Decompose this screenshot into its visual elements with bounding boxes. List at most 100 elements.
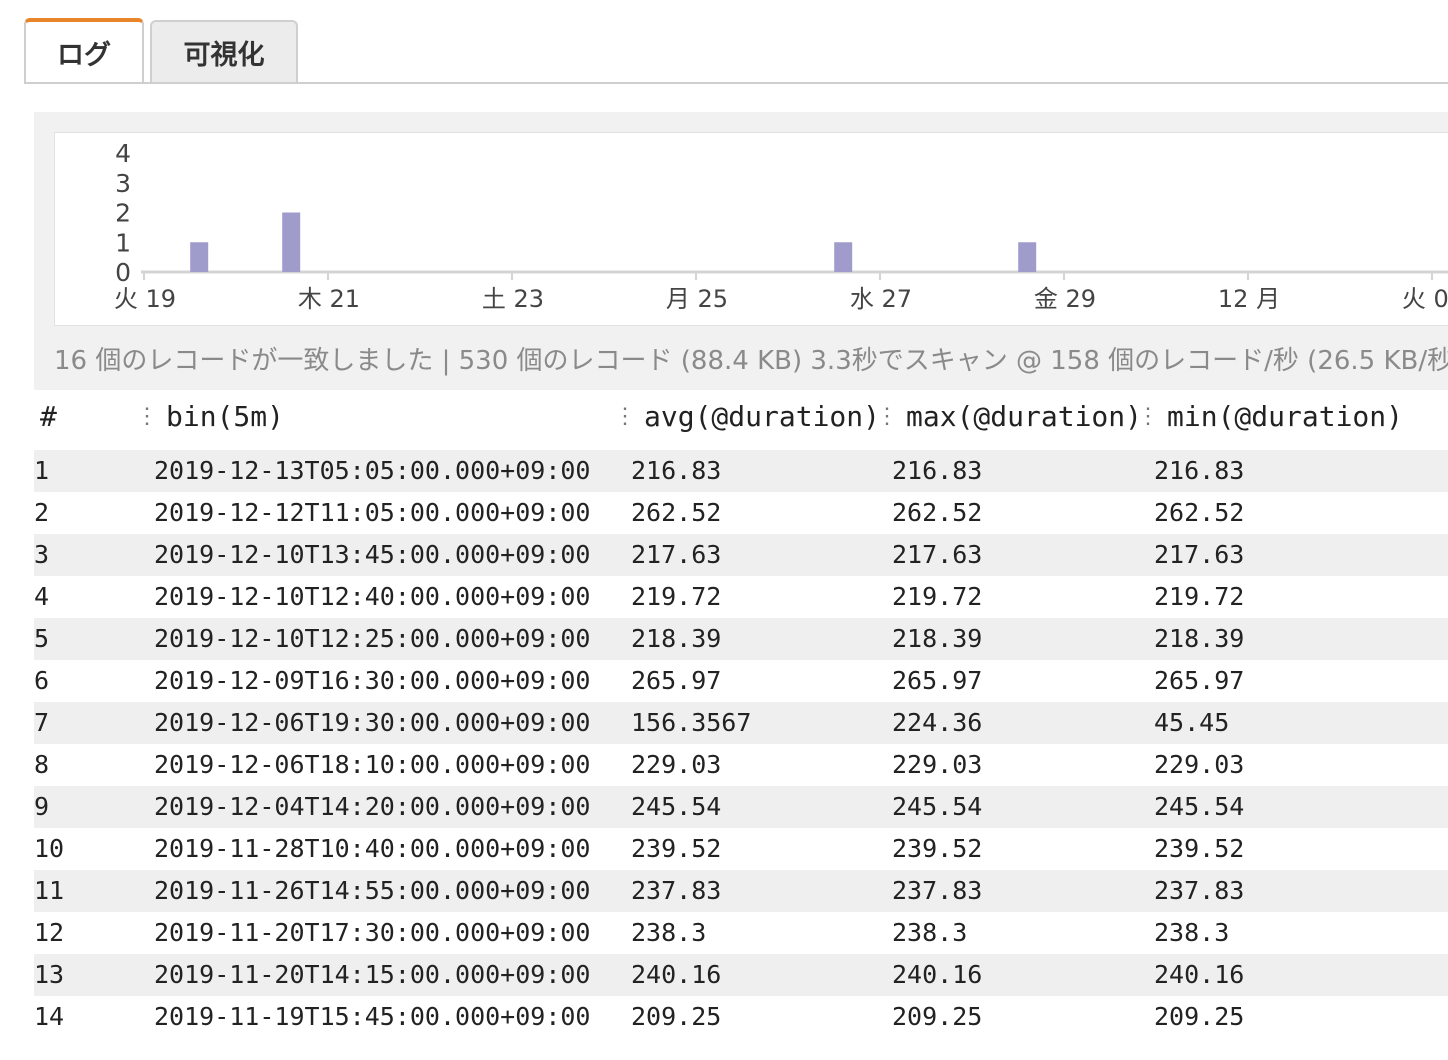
cell-min-duration: 238.3 xyxy=(1154,918,1230,947)
cell-index: 10 xyxy=(34,834,65,863)
column-resize-handle-icon[interactable]: ⋮ xyxy=(614,404,636,429)
column-header-label: min(@duration) xyxy=(1167,400,1404,433)
cell-bin: 2019-12-12T11:05:00.000+09:00 xyxy=(154,498,591,527)
column-header-label: # xyxy=(40,400,57,433)
cell-index: 12 xyxy=(34,918,65,947)
cell-bin: 2019-12-06T18:10:00.000+09:00 xyxy=(154,750,591,779)
table-row[interactable]: 3 2019-12-10T13:45:00.000+09:00 217.63 217.… xyxy=(34,534,1448,576)
cell-index: 11 xyxy=(34,876,65,905)
cell-max-duration: 217.63 xyxy=(892,540,983,569)
cell-index: 3 xyxy=(34,540,50,569)
cell-avg-duration: 237.83 xyxy=(631,876,722,905)
cell-max-duration: 209.25 xyxy=(892,1002,983,1031)
histogram-bar[interactable] xyxy=(834,242,853,272)
column-resize-handle-icon[interactable]: ⋮ xyxy=(136,404,158,429)
column-resize-handle-icon[interactable]: ⋮ xyxy=(876,404,898,429)
tab-logs[interactable]: ログ xyxy=(24,18,144,82)
table-row[interactable]: 10 2019-11-28T10:40:00.000+09:00 239.52 239… xyxy=(34,828,1448,870)
column-header-bin[interactable]: ⋮ bin(5m) xyxy=(136,400,284,433)
cell-min-duration: 229.03 xyxy=(1154,750,1245,779)
cell-max-duration: 239.52 xyxy=(892,834,983,863)
table-row[interactable]: 1 2019-12-13T05:05:00.000+09:00 216.83 216.… xyxy=(34,450,1448,492)
cell-max-duration: 229.03 xyxy=(892,750,983,779)
cell-bin: 2019-12-10T12:40:00.000+09:00 xyxy=(154,582,591,611)
table-row[interactable]: 13 2019-11-20T14:15:00.000+09:00 240.16 240… xyxy=(34,954,1448,996)
table-row[interactable]: 14 2019-11-19T15:45:00.000+09:00 209.25 209… xyxy=(34,996,1448,1038)
x-tick-label: 月 25 xyxy=(666,285,728,313)
cell-min-duration: 265.97 xyxy=(1154,666,1245,695)
cell-index: 14 xyxy=(34,1002,65,1031)
cell-min-duration: 217.63 xyxy=(1154,540,1245,569)
results-table-header: # ⋮ bin(5m) ⋮ avg(@duration) ⋮ max(@duratio… xyxy=(34,392,1448,444)
histogram-bar[interactable] xyxy=(190,242,209,272)
y-tick-label: 4 xyxy=(115,139,131,168)
cell-avg-duration: 156.3567 xyxy=(631,708,752,737)
cell-bin: 2019-11-26T14:55:00.000+09:00 xyxy=(154,876,591,905)
cell-avg-duration: 265.97 xyxy=(631,666,722,695)
histogram-bar[interactable] xyxy=(282,212,301,273)
table-row[interactable]: 8 2019-12-06T18:10:00.000+09:00 229.03 229.… xyxy=(34,744,1448,786)
cell-bin: 2019-11-20T17:30:00.000+09:00 xyxy=(154,918,591,947)
cell-max-duration: 238.3 xyxy=(892,918,968,947)
y-tick-label: 0 xyxy=(115,258,131,287)
column-header-avg-duration[interactable]: ⋮ avg(@duration) xyxy=(614,400,880,433)
table-row[interactable]: 9 2019-12-04T14:20:00.000+09:00 245.54 245.… xyxy=(34,786,1448,828)
cell-bin: 2019-12-09T16:30:00.000+09:00 xyxy=(154,666,591,695)
cell-max-duration: 237.83 xyxy=(892,876,983,905)
cell-avg-duration: 245.54 xyxy=(631,792,722,821)
table-row[interactable]: 2 2019-12-12T11:05:00.000+09:00 262.52 262.… xyxy=(34,492,1448,534)
histogram-chart: 43210火 19 木 21 土 23 月 25 水 27 金 29 12 月 火 03 xyxy=(54,132,1448,326)
cell-min-duration: 45.45 xyxy=(1154,708,1230,737)
cell-max-duration: 218.39 xyxy=(892,624,983,653)
cell-min-duration: 239.52 xyxy=(1154,834,1245,863)
cell-bin: 2019-12-04T14:20:00.000+09:00 xyxy=(154,792,591,821)
column-header-max-duration[interactable]: ⋮ max(@duration) xyxy=(876,400,1142,433)
cell-max-duration: 216.83 xyxy=(892,456,983,485)
cell-bin: 2019-12-13T05:05:00.000+09:00 xyxy=(154,456,591,485)
table-row[interactable]: 11 2019-11-26T14:55:00.000+09:00 237.83 237… xyxy=(34,870,1448,912)
column-header-index[interactable]: # xyxy=(40,400,57,433)
cell-index: 4 xyxy=(34,582,50,611)
cell-index: 2 xyxy=(34,498,50,527)
table-row[interactable]: 12 2019-11-20T17:30:00.000+09:00 238.3 238.… xyxy=(34,912,1448,954)
cell-avg-duration: 209.25 xyxy=(631,1002,722,1031)
cell-max-duration: 245.54 xyxy=(892,792,983,821)
cell-min-duration: 218.39 xyxy=(1154,624,1245,653)
cell-index: 9 xyxy=(34,792,50,821)
column-resize-handle-icon[interactable]: ⋮ xyxy=(1137,404,1159,429)
cell-bin: 2019-12-06T19:30:00.000+09:00 xyxy=(154,708,591,737)
cell-avg-duration: 229.03 xyxy=(631,750,722,779)
cell-min-duration: 209.25 xyxy=(1154,1002,1245,1031)
x-tick-label: 水 27 xyxy=(850,285,912,313)
column-header-min-duration[interactable]: ⋮ min(@duration) xyxy=(1137,400,1403,433)
table-row[interactable]: 4 2019-12-10T12:40:00.000+09:00 219.72 219.… xyxy=(34,576,1448,618)
cell-bin: 2019-11-28T10:40:00.000+09:00 xyxy=(154,834,591,863)
table-row[interactable]: 5 2019-12-10T12:25:00.000+09:00 218.39 218.… xyxy=(34,618,1448,660)
cell-bin: 2019-11-19T15:45:00.000+09:00 xyxy=(154,1002,591,1031)
query-summary: 16 個のレコードが一致しました | 530 個のレコード (88.4 KB) … xyxy=(54,346,1448,376)
column-header-label: avg(@duration) xyxy=(644,400,881,433)
x-tick-label: 木 21 xyxy=(298,285,360,313)
x-tick-label: 火 03 xyxy=(1402,285,1448,313)
y-tick-label: 3 xyxy=(115,169,131,198)
cell-avg-duration: 216.83 xyxy=(631,456,722,485)
tab-visualization[interactable]: 可視化 xyxy=(150,20,298,82)
table-row[interactable]: 6 2019-12-09T16:30:00.000+09:00 265.97 265.… xyxy=(34,660,1448,702)
cell-min-duration: 262.52 xyxy=(1154,498,1245,527)
column-header-label: bin(5m) xyxy=(166,400,285,433)
cell-avg-duration: 217.63 xyxy=(631,540,722,569)
table-row[interactable]: 7 2019-12-06T19:30:00.000+09:00 156.3567 22… xyxy=(34,702,1448,744)
cell-index: 8 xyxy=(34,750,50,779)
cell-max-duration: 262.52 xyxy=(892,498,983,527)
cell-avg-duration: 218.39 xyxy=(631,624,722,653)
cell-min-duration: 240.16 xyxy=(1154,960,1245,989)
cell-max-duration: 219.72 xyxy=(892,582,983,611)
cell-min-duration: 216.83 xyxy=(1154,456,1245,485)
cell-bin: 2019-11-20T14:15:00.000+09:00 xyxy=(154,960,591,989)
x-tick-label: 12 月 xyxy=(1218,285,1280,313)
cell-avg-duration: 238.3 xyxy=(631,918,707,947)
cell-min-duration: 219.72 xyxy=(1154,582,1245,611)
cell-max-duration: 265.97 xyxy=(892,666,983,695)
cell-index: 7 xyxy=(34,708,50,737)
histogram-bar[interactable] xyxy=(1018,242,1037,272)
